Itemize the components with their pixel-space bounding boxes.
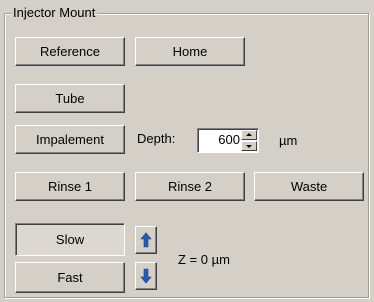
- depth-spinbox[interactable]: [197, 128, 259, 153]
- arrow-down-icon: [140, 268, 152, 284]
- z-down-button[interactable]: [135, 262, 157, 290]
- spin-up-icon: [246, 133, 252, 136]
- z-up-button[interactable]: [135, 226, 157, 254]
- slow-button[interactable]: Slow: [15, 223, 125, 256]
- home-button[interactable]: Home: [135, 37, 245, 66]
- rinse2-button[interactable]: Rinse 2: [135, 172, 245, 201]
- waste-button[interactable]: Waste: [254, 172, 364, 201]
- group-title: Injector Mount: [11, 4, 98, 21]
- rinse1-button[interactable]: Rinse 1: [15, 172, 125, 201]
- spin-down-button[interactable]: [241, 141, 257, 151]
- depth-unit: µm: [279, 133, 298, 148]
- spin-up-button[interactable]: [241, 130, 257, 140]
- tube-button[interactable]: Tube: [15, 84, 125, 113]
- arrow-up-icon: [140, 232, 152, 248]
- depth-input[interactable]: [200, 131, 242, 148]
- depth-label: Depth:: [137, 131, 176, 146]
- impalement-button[interactable]: Impalement: [15, 125, 125, 154]
- spin-down-icon: [246, 145, 252, 148]
- z-position-readout: Z = 0 µm: [178, 252, 230, 267]
- fast-button[interactable]: Fast: [15, 262, 125, 293]
- reference-button[interactable]: Reference: [15, 37, 125, 66]
